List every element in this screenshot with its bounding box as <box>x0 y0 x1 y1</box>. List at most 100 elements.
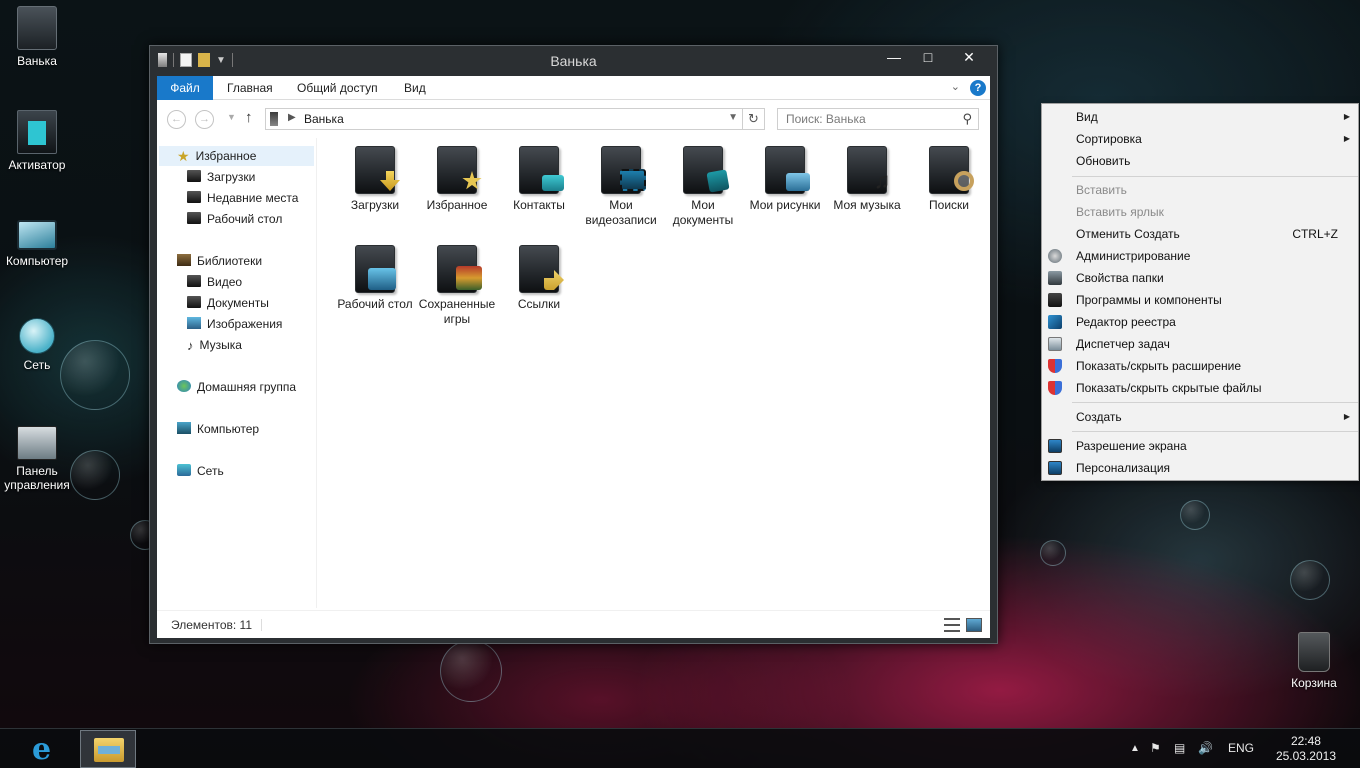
tab-file[interactable]: Файл <box>157 76 213 100</box>
menu-item-sort[interactable]: Сортировка ▶ <box>1042 128 1358 150</box>
folder-options-icon <box>1048 271 1062 285</box>
menu-item-admin-tools[interactable]: Администрирование <box>1042 245 1358 267</box>
internet-explorer-icon: e <box>32 732 52 767</box>
clock-date: 25.03.2013 <box>1275 749 1336 763</box>
nav-item-desktop[interactable]: Рабочий стол <box>187 209 282 229</box>
help-button[interactable]: ? <box>970 80 986 96</box>
menu-item-label: Создать <box>1076 410 1122 424</box>
folder-item[interactable]: Контакты <box>499 146 579 213</box>
search-icon[interactable]: ⚲ <box>962 111 972 127</box>
search-placeholder: Поиск: Ванька <box>786 112 866 126</box>
menu-item-toggle-hidden-files[interactable]: Показать/скрыть скрытые файлы <box>1042 377 1358 399</box>
menu-item-programs[interactable]: Программы и компоненты <box>1042 289 1358 311</box>
music-note-icon: ♪ <box>187 338 194 353</box>
menu-item-screen-resolution[interactable]: Разрешение экрана <box>1042 435 1358 457</box>
action-center-flag-icon[interactable]: ⚑ <box>1150 741 1161 755</box>
documents-icon <box>187 296 201 308</box>
folder-label: Загрузки <box>350 198 400 212</box>
desktop-icon-control-panel[interactable]: Панель управления <box>0 420 74 492</box>
task-manager-icon <box>1048 337 1062 351</box>
tab-view[interactable]: Вид <box>390 76 440 100</box>
desktop-icon-computer[interactable]: Компьютер <box>0 212 74 268</box>
tab-home[interactable]: Главная <box>213 76 287 100</box>
nav-item-computer[interactable]: Компьютер <box>177 419 259 439</box>
nav-item-network[interactable]: Сеть <box>177 461 224 481</box>
menu-item-refresh[interactable]: Обновить <box>1042 150 1358 172</box>
desktop-icon-recycle-bin[interactable]: Корзина <box>1276 632 1352 690</box>
desktop-icon-activator[interactable]: Активатор <box>0 110 74 172</box>
address-dropdown-icon[interactable]: ▼ <box>728 112 738 123</box>
refresh-button[interactable]: ↻ <box>742 109 764 129</box>
menu-item-folder-options[interactable]: Свойства папки <box>1042 267 1358 289</box>
desktop-icon-network[interactable]: Сеть <box>0 318 74 372</box>
breadcrumb[interactable]: Ванька <box>304 112 344 126</box>
tab-share[interactable]: Общий доступ <box>283 76 392 100</box>
control-panel-icon <box>17 426 57 460</box>
address-bar[interactable]: ▶ Ванька ▼ ↻ <box>265 108 765 130</box>
nav-item-homegroup[interactable]: Домашняя группа <box>177 377 296 397</box>
nav-item-favorites[interactable]: ★ Избранное <box>159 146 314 166</box>
search-input[interactable]: Поиск: Ванька ⚲ <box>777 108 979 130</box>
taskbar-internet-explorer[interactable]: e <box>18 733 74 767</box>
up-button[interactable]: ↑ <box>245 109 253 126</box>
pictures-icon <box>187 317 201 329</box>
menu-item-new[interactable]: Создать ▶ <box>1042 406 1358 428</box>
downloads-folder-icon <box>355 146 400 194</box>
menu-item-personalize[interactable]: Персонализация <box>1042 457 1358 479</box>
folder-label: Рабочий стол <box>337 297 413 311</box>
menu-item-label: Свойства папки <box>1076 271 1164 285</box>
clock[interactable]: 22:48 25.03.2013 <box>1276 734 1336 764</box>
recent-locations-icon[interactable]: ▼ <box>227 112 236 122</box>
folder-item[interactable]: Избранное <box>417 146 497 213</box>
expand-ribbon-icon[interactable]: ⌄ <box>951 80 960 93</box>
folder-item[interactable]: Ссылки <box>499 245 579 312</box>
desktop-icon <box>187 212 201 224</box>
folder-item[interactable]: Поиски <box>909 146 989 213</box>
menu-item-registry-editor[interactable]: Редактор реестра <box>1042 311 1358 333</box>
user-folder-icon <box>17 6 57 50</box>
menu-item-view[interactable]: Вид ▶ <box>1042 106 1358 128</box>
minimize-button[interactable]: — <box>879 48 909 68</box>
show-hidden-icons-icon[interactable]: ▲ <box>1130 743 1140 754</box>
maximize-button[interactable]: □ <box>913 48 943 68</box>
folder-item[interactable]: Мои рисунки <box>745 146 825 213</box>
folder-item[interactable]: Мои документы <box>663 146 743 228</box>
window-titlebar[interactable]: ▼ Ванька — □ ✕ <box>150 46 997 76</box>
back-button[interactable]: ← <box>167 110 186 129</box>
details-view-icon[interactable] <box>944 618 960 632</box>
close-button[interactable]: ✕ <box>947 48 991 68</box>
desktop-icon-user-folder[interactable]: Ванька <box>0 6 74 68</box>
nav-item-pictures[interactable]: Изображения <box>187 314 282 334</box>
item-count: Элементов: 11 <box>171 618 252 632</box>
nav-item-music[interactable]: ♪ Музыка <box>187 335 242 355</box>
nav-item-label: Домашняя группа <box>197 380 297 394</box>
folder-item[interactable]: Загрузки <box>335 146 415 213</box>
folder-item[interactable]: Сохраненные игры <box>417 245 497 327</box>
nav-item-video[interactable]: Видео <box>187 272 242 292</box>
large-icons-view-icon[interactable] <box>966 618 982 632</box>
address-folder-icon <box>270 112 278 126</box>
videos-folder-icon <box>601 146 646 194</box>
folder-item[interactable]: Мои видеозаписи <box>581 146 661 228</box>
menu-item-label: Персонализация <box>1076 461 1171 475</box>
nav-item-recent-places[interactable]: Недавние места <box>187 188 298 208</box>
forward-button[interactable]: → <box>195 110 214 129</box>
nav-item-label: Библиотеки <box>197 254 263 268</box>
folder-item[interactable]: ♫ Моя музыка <box>827 146 907 213</box>
nav-item-downloads[interactable]: Загрузки <box>187 167 255 187</box>
taskbar-file-explorer[interactable] <box>80 730 136 768</box>
menu-item-paste-shortcut: Вставить ярлык <box>1042 201 1358 223</box>
desktop-icon-label: Панель управления <box>4 464 70 492</box>
volume-icon[interactable]: 🔊 <box>1198 741 1213 755</box>
menu-item-toggle-extensions[interactable]: Показать/скрыть расширение <box>1042 355 1358 377</box>
folder-label: Мои рисунки <box>749 198 821 212</box>
breadcrumb-chevron-icon[interactable]: ▶ <box>288 112 296 123</box>
nav-item-documents[interactable]: Документы <box>187 293 269 313</box>
nav-item-libraries[interactable]: Библиотеки <box>177 251 262 271</box>
network-status-icon[interactable]: ▤ <box>1174 741 1185 755</box>
network-icon <box>19 318 55 354</box>
menu-item-task-manager[interactable]: Диспетчер задач <box>1042 333 1358 355</box>
language-indicator[interactable]: ENG <box>1228 741 1254 755</box>
menu-item-undo-create[interactable]: Отменить Создать CTRL+Z <box>1042 223 1358 245</box>
folder-item[interactable]: Рабочий стол <box>335 245 415 312</box>
